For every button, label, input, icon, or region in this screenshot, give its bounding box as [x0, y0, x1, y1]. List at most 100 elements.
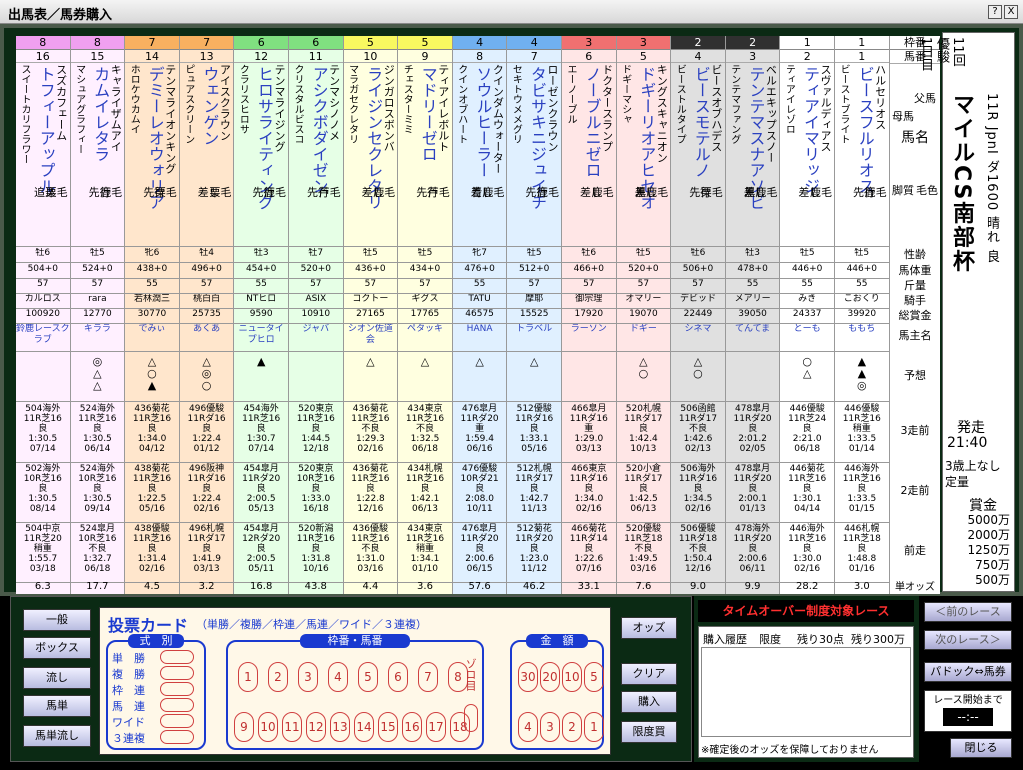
row-divider — [452, 262, 507, 263]
kaisai-2: 優駿 — [934, 37, 949, 63]
body-weight: 496+0 — [191, 264, 222, 274]
shiki-checkbox[interactable] — [160, 682, 194, 696]
shiki-checkbox[interactable] — [160, 650, 194, 664]
row-divider — [780, 401, 834, 402]
row-divider — [725, 262, 780, 263]
close-icon[interactable]: X — [1004, 5, 1018, 19]
shiki-checkbox[interactable] — [160, 666, 194, 680]
clear-button[interactable]: クリア — [621, 663, 677, 685]
umaban-button[interactable]: 5 — [358, 662, 378, 692]
kingaku-button[interactable]: 4 — [518, 712, 538, 742]
help-icon[interactable]: ? — [988, 5, 1002, 19]
sex-age: 牡6 — [35, 248, 51, 258]
kingaku-button[interactable]: 20 — [540, 662, 560, 692]
horse-column: 4 7 ローゼンクラウン タビサキニジュイチ セキトウメメグリ 鹿毛 先行 牡5 512+0 57… — [507, 36, 562, 594]
horse-name[interactable]: マドリーゼロ — [419, 66, 438, 162]
umaban-button[interactable]: 12 — [306, 712, 326, 742]
label-z3: 3走前 — [900, 424, 930, 437]
odds-button[interactable]: オッズ — [621, 617, 677, 639]
horse-name[interactable]: トフィーアップル — [37, 66, 56, 194]
umaban-button[interactable]: 4 — [328, 662, 348, 692]
jockey-name: rara — [88, 294, 107, 304]
sex-age: 牡5 — [799, 248, 815, 258]
kingaku-label: 金 額 — [526, 634, 588, 648]
umatan-button[interactable]: 馬単 — [23, 695, 91, 717]
kingaku-button[interactable]: 2 — [562, 712, 582, 742]
waku-number: 2 — [725, 36, 780, 50]
gendo-button[interactable]: 限度買 — [621, 721, 677, 743]
row-divider — [452, 401, 507, 402]
ippan-button[interactable]: 一般 — [23, 609, 91, 631]
row-divider — [671, 462, 725, 463]
umaban-button[interactable]: 13 — [330, 712, 350, 742]
shiki-checkbox[interactable] — [160, 714, 194, 728]
kingaku-button[interactable]: 10 — [562, 662, 582, 692]
row-divider — [234, 401, 288, 402]
umaban-button[interactable]: 1 — [238, 662, 258, 692]
umaban-button[interactable]: 3 — [298, 662, 318, 692]
horse-name[interactable]: ビースモテルノ — [692, 66, 711, 178]
nagashi-button[interactable]: 流し — [23, 667, 91, 689]
row-divider — [16, 522, 70, 523]
kingaku-button[interactable]: 1 — [584, 712, 604, 742]
shiki-checkbox[interactable] — [160, 698, 194, 712]
umaban-button[interactable]: 17 — [426, 712, 446, 742]
horse-number: 13 — [179, 50, 234, 63]
horse-name[interactable]: ノーブルニゼロ — [583, 66, 602, 178]
owner-name: ラーソン — [570, 324, 607, 334]
shiki-checkbox[interactable] — [160, 730, 194, 744]
paddock-button[interactable]: パドック⇔馬券 — [924, 662, 1012, 682]
past-race-z3: 446優駿 11R芝24 良 2:21.0 06/18 — [788, 404, 827, 454]
horse-name[interactable]: カムイレタラ — [91, 66, 110, 162]
label-kyakushitsu: 脚質 — [892, 184, 914, 197]
horse-name[interactable]: ソウルヒーラー — [473, 66, 492, 178]
owner-name: ペタッキ — [406, 324, 443, 334]
post-time: 21:40 — [947, 435, 988, 451]
horse-name[interactable]: ティアイマリッジ — [801, 66, 820, 194]
nokori-count: 残り30点 — [797, 633, 844, 646]
umaban-button[interactable]: 11 — [282, 712, 302, 742]
total-prize: 25735 — [192, 309, 221, 319]
prev-race-button[interactable]: ＜前のレース — [924, 602, 1012, 622]
horse-name[interactable]: アシクボダイゼン — [310, 66, 329, 194]
weight-carried: 57 — [419, 279, 431, 289]
umaban-button[interactable]: 15 — [378, 712, 398, 742]
prize-1: 5000万 — [967, 513, 1010, 527]
past-race-z3: 466皐月 11Rダ16 重 1:29.0 03/13 — [569, 404, 608, 454]
next-race-button[interactable]: 次のレース＞ — [924, 630, 1012, 650]
umaban-button[interactable]: 9 — [234, 712, 254, 742]
box-button[interactable]: ボックス — [23, 637, 91, 659]
row-divider — [835, 401, 889, 402]
row-divider — [179, 262, 234, 263]
horse-number: 4 — [671, 50, 725, 63]
umaban-button[interactable]: 14 — [354, 712, 374, 742]
zoro-toggle[interactable] — [464, 704, 478, 732]
horse-name[interactable]: ビースフルリオス — [856, 66, 875, 194]
jockey-name: NTヒロ — [246, 294, 277, 304]
owner-name: HANA — [466, 324, 493, 334]
umaban-button[interactable]: 16 — [402, 712, 422, 742]
run-style: 先行 — [252, 186, 275, 199]
umaban-button[interactable]: 7 — [418, 662, 438, 692]
kingaku-button[interactable]: 30 — [518, 662, 538, 692]
row-divider — [452, 246, 507, 247]
history-list[interactable] — [701, 647, 911, 737]
umaban-button[interactable]: 2 — [268, 662, 288, 692]
past-race-z1: 446海外 11R芝16 良 1:30.0 02/16 — [788, 524, 827, 574]
horse-name[interactable]: ウェンゲン — [200, 66, 219, 146]
umaban-button[interactable]: 6 — [388, 662, 408, 692]
purchase-button[interactable]: 購入 — [621, 691, 677, 713]
run-style: 先行 — [689, 186, 712, 199]
close-button[interactable]: 閉じる — [950, 738, 1012, 758]
win-odds: 4.4 — [362, 581, 379, 592]
umaban-button[interactable]: 10 — [258, 712, 278, 742]
horse-number: 2 — [780, 50, 834, 63]
win-odds: 43.8 — [304, 581, 327, 592]
umatan-nagashi-button[interactable]: 馬単流し — [23, 725, 91, 747]
horse-number: 6 — [562, 50, 616, 63]
kingaku-button[interactable]: 5 — [584, 662, 604, 692]
kingaku-button[interactable]: 3 — [540, 712, 560, 742]
row-divider — [70, 246, 125, 247]
past-race-z2: 446海外 11R芝16 良 1:33.5 01/15 — [842, 464, 881, 514]
sex-age: 牡3 — [253, 248, 269, 258]
